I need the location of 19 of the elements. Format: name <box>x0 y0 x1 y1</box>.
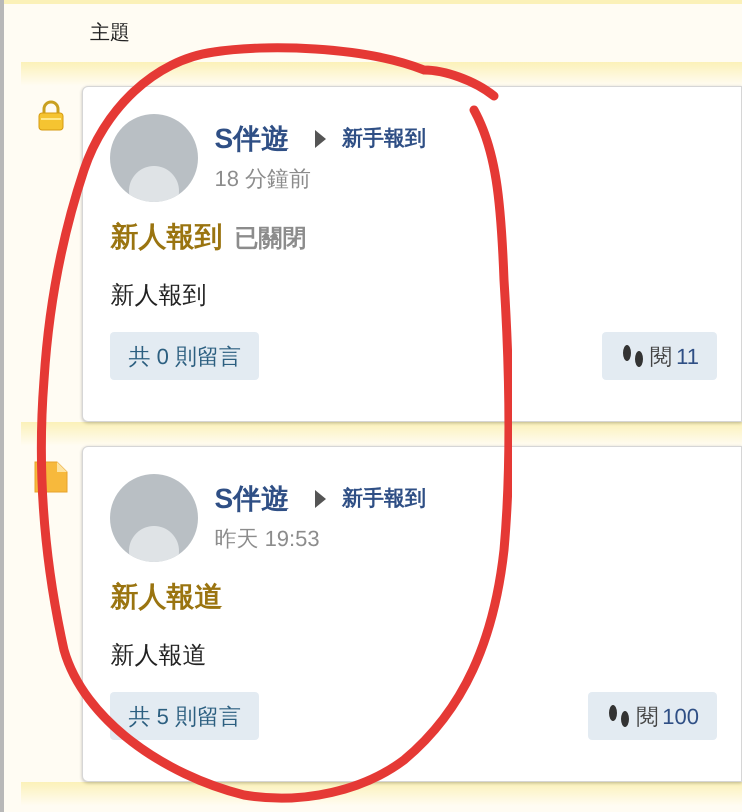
post-time: 昨天 19:53 <box>214 525 321 553</box>
triangle-right-icon <box>315 490 326 508</box>
closed-label: 已關閉 <box>234 224 306 254</box>
views-button[interactable]: 閱 100 <box>588 692 717 740</box>
post-time: 18 分鐘前 <box>214 165 312 193</box>
forum-link[interactable]: 新手報到 <box>342 123 426 155</box>
topic-body: 新人報到 <box>110 281 208 311</box>
topic-body: 新人報道 <box>110 641 208 671</box>
triangle-right-icon <box>315 130 326 148</box>
topic-title[interactable]: 新人報到 <box>110 216 222 258</box>
topic-title[interactable]: 新人報道 <box>110 576 222 618</box>
comments-button[interactable]: 共 0 則留言 <box>110 332 259 380</box>
comments-button[interactable]: 共 5 則留言 <box>110 692 259 740</box>
views-button[interactable]: 閱 11 <box>602 332 717 380</box>
forum-link[interactable]: 新手報到 <box>342 483 426 515</box>
author-link[interactable]: S伴遊 <box>214 118 290 160</box>
author-link[interactable]: S伴遊 <box>214 478 290 520</box>
column-header: 主題 <box>90 21 130 46</box>
padlock-icon <box>37 100 66 132</box>
